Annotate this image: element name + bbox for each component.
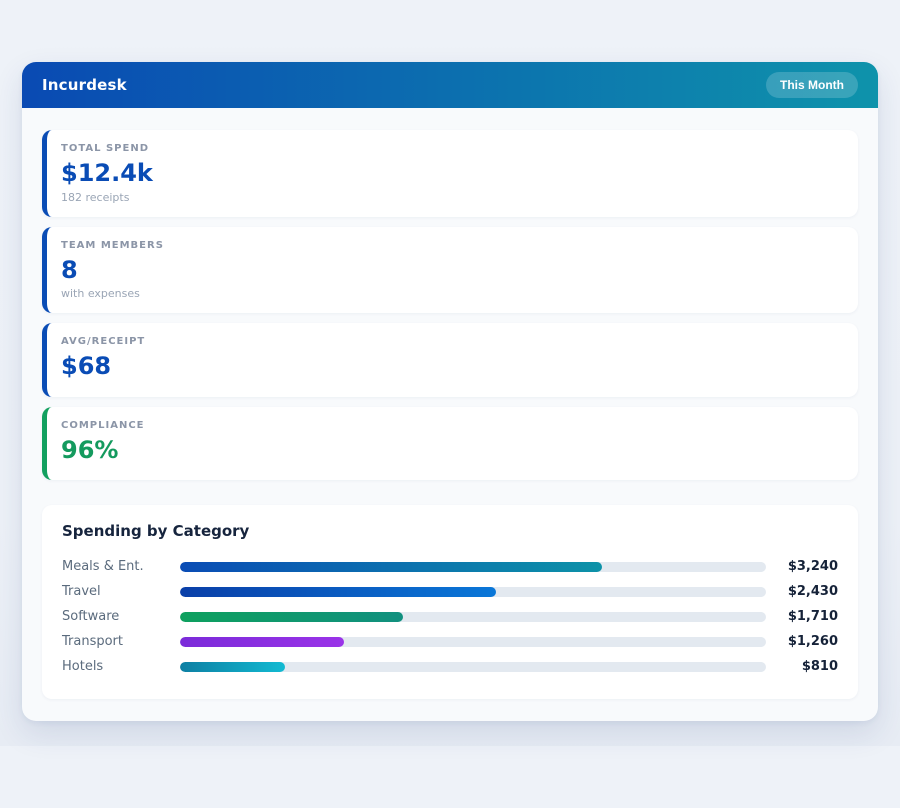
spending-by-category-chart: Spending by Category Meals & Ent. $3,240… [42,505,858,699]
chart-title: Spending by Category [62,522,838,540]
app-header: Incurdesk This Month [22,62,878,108]
stat-value: $68 [61,353,840,381]
bar-fill [180,612,403,622]
chart-row-meals: Meals & Ent. $3,240 [62,554,838,579]
category-value: $2,430 [766,584,838,599]
stat-sub: with expenses [61,287,840,300]
bar-track [180,612,766,622]
stat-card-team-members: TEAM MEMBERS 8 with expenses [42,227,858,314]
panel-body: TOTAL SPEND $12.4k 182 receipts TEAM MEM… [22,108,878,721]
bar-fill [180,562,602,572]
stat-label: COMPLIANCE [61,420,840,431]
bar-track [180,637,766,647]
category-value: $1,710 [766,609,838,624]
category-label: Meals & Ent. [62,559,180,574]
category-value: $1,260 [766,634,838,649]
chart-row-software: Software $1,710 [62,604,838,629]
stat-value: 96% [61,437,840,465]
category-label: Software [62,609,180,624]
category-label: Travel [62,584,180,599]
bar-fill [180,637,344,647]
category-label: Transport [62,634,180,649]
stat-sub: 182 receipts [61,191,840,204]
bar-track [180,562,766,572]
bar-track [180,662,766,672]
category-label: Hotels [62,659,180,674]
stat-card-compliance: COMPLIANCE 96% [42,407,858,481]
stat-value: $12.4k [61,160,840,188]
stat-value: 8 [61,257,840,285]
bar-fill [180,662,285,672]
category-value: $810 [766,659,838,674]
bar-fill [180,587,496,597]
stat-card-total-spend: TOTAL SPEND $12.4k 182 receipts [42,130,858,217]
stat-label: TOTAL SPEND [61,143,840,154]
stat-label: TEAM MEMBERS [61,240,840,251]
app-title: Incurdesk [42,76,127,94]
chart-row-travel: Travel $2,430 [62,579,838,604]
bar-track [180,587,766,597]
chart-row-hotels: Hotels $810 [62,654,838,679]
dashboard-panel: Incurdesk This Month TOTAL SPEND $12.4k … [22,62,878,721]
stat-label: AVG/RECEIPT [61,336,840,347]
chart-row-transport: Transport $1,260 [62,629,838,654]
period-badge[interactable]: This Month [766,72,858,98]
category-value: $3,240 [766,559,838,574]
stat-card-avg-receipt: AVG/RECEIPT $68 [42,323,858,397]
